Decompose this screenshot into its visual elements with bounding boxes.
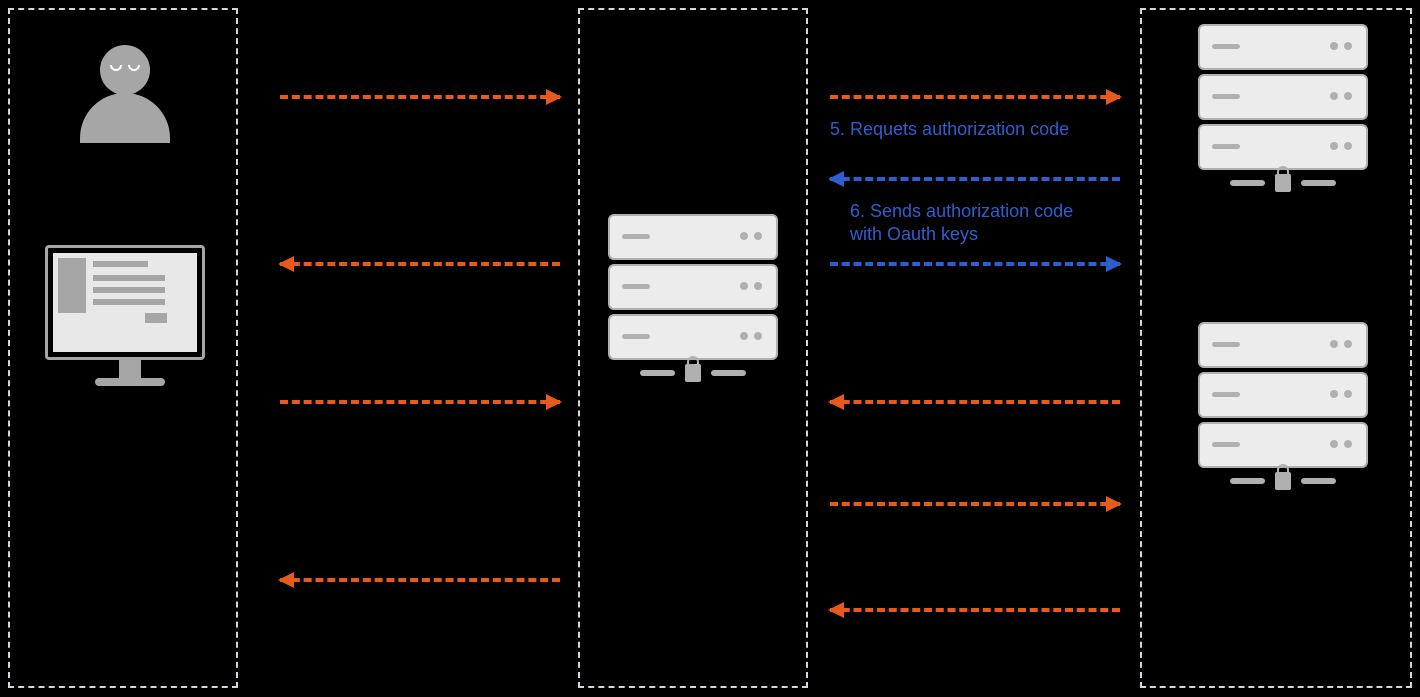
user-avatar-icon [70,45,180,155]
arrow-step4 [830,95,1120,99]
arrow-step6 [830,262,1120,266]
label-step5: 5. Requets authorization code [830,118,1090,141]
arrow-step5 [830,177,1120,181]
resource-server-icon [1190,318,1375,490]
label-step6: 6. Sends authorization code with Oauth k… [850,200,1110,245]
client-server-icon [600,210,785,382]
arrow-step8 [830,502,1120,506]
monitor-icon [45,245,215,400]
auth-server-icon [1190,20,1375,192]
arrow-step1 [280,95,560,99]
arrow-step10 [280,578,560,582]
arrow-step3 [280,400,560,404]
arrow-step2 [280,262,560,266]
arrow-step7 [830,400,1120,404]
arrow-step9 [830,608,1120,612]
